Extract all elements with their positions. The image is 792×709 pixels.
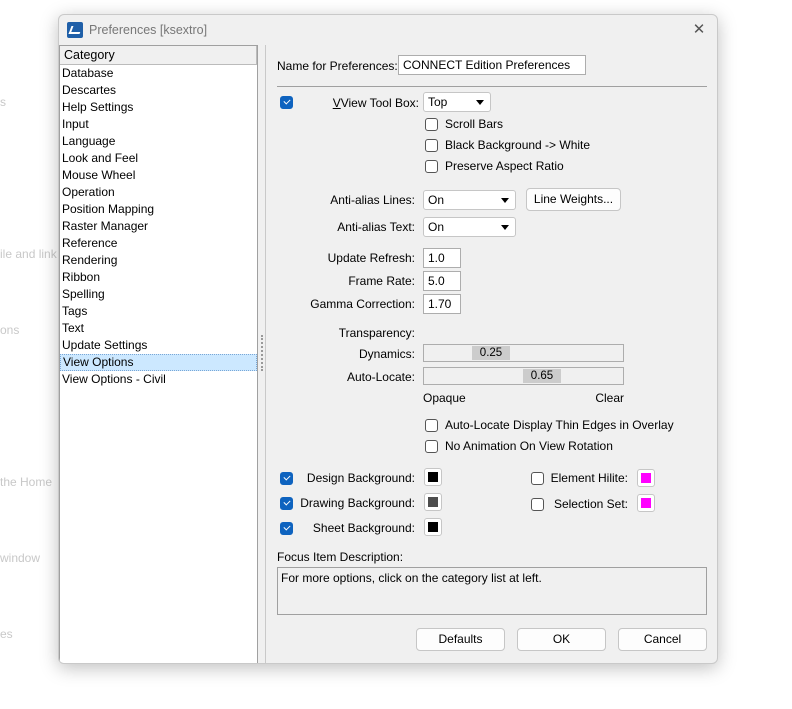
name-label: Name for Preferences: [277, 59, 398, 73]
thin-edges-checkbox[interactable] [425, 419, 438, 432]
scroll-bars-label: Scroll Bars [445, 117, 504, 131]
gamma-label: Gamma Correction: [310, 297, 415, 311]
view-tool-box-dropdown[interactable]: Top [423, 92, 491, 112]
scroll-bars-checkbox[interactable] [425, 118, 438, 131]
gamma-input[interactable]: 1.70 [423, 294, 461, 314]
dropdown-value: On [428, 193, 445, 207]
category-item[interactable]: View Options [60, 354, 257, 371]
opaque-label: Opaque [423, 391, 466, 405]
background-text: ile and link [0, 247, 57, 261]
category-item[interactable]: Input [60, 116, 257, 133]
background-text: s [0, 95, 6, 109]
auto-locate-label: Auto-Locate: [346, 370, 415, 384]
drawing-background-label: Drawing Background: [300, 496, 415, 510]
category-item[interactable]: Language [60, 133, 257, 150]
aa-lines-dropdown[interactable]: On [423, 190, 516, 210]
category-item[interactable]: Reference [60, 235, 257, 252]
update-refresh-label: Update Refresh: [327, 251, 415, 265]
category-item[interactable]: Mouse Wheel [60, 167, 257, 184]
aa-lines-label: Anti-alias Lines: [330, 193, 415, 207]
category-item[interactable]: Database [60, 65, 257, 82]
divider [277, 86, 707, 87]
transparency-label: Transparency: [338, 326, 415, 340]
design-background-swatch[interactable] [424, 468, 442, 486]
drawing-background-swatch[interactable] [424, 493, 442, 511]
element-hilite-swatch[interactable] [637, 469, 655, 487]
category-item[interactable]: Spelling [60, 286, 257, 303]
dropdown-value: On [428, 220, 445, 234]
app-icon [67, 22, 83, 38]
chevron-down-icon [476, 100, 484, 105]
ok-button[interactable]: OK [517, 628, 606, 651]
category-header: Category [60, 46, 257, 65]
category-item[interactable]: Update Settings [60, 337, 257, 354]
frame-rate-input[interactable]: 5.0 [423, 271, 461, 291]
preserve-aspect-checkbox[interactable] [425, 160, 438, 173]
category-item[interactable]: Help Settings [60, 99, 257, 116]
category-list[interactable]: Category Database Descartes Help Settings I… [59, 45, 258, 663]
element-hilite-label: Element Hilite: [550, 471, 628, 485]
window-title: Preferences [ksextro] [89, 23, 208, 37]
design-background-label: Design Background: [306, 471, 415, 485]
no-animation-label: No Animation On View Rotation [445, 439, 613, 453]
focus-description: For more options, click on the category … [277, 567, 707, 615]
dynamics-label: Dynamics: [358, 347, 415, 361]
title-bar: Preferences [ksextro] ✕ [59, 15, 717, 45]
focus-label: Focus Item Description: [277, 550, 404, 564]
selection-set-label: Selection Set: [553, 497, 628, 511]
aa-text-dropdown[interactable]: On [423, 217, 516, 237]
sheet-background-swatch[interactable] [424, 518, 442, 536]
category-item[interactable]: Ribbon [60, 269, 257, 286]
auto-locate-slider[interactable]: 0.65 [423, 367, 624, 385]
black-background-checkbox[interactable] [425, 139, 438, 152]
category-item[interactable]: Look and Feel [60, 150, 257, 167]
cancel-button[interactable]: Cancel [618, 628, 707, 651]
view-tool-box-checkbox[interactable] [280, 96, 293, 109]
defaults-button[interactable]: Defaults [416, 628, 505, 651]
category-item[interactable]: Descartes [60, 82, 257, 99]
clear-label: Clear [595, 391, 624, 405]
line-weights-button[interactable]: Line Weights... [526, 188, 621, 211]
background-text: ons [0, 323, 20, 337]
preserve-aspect-label: Preserve Aspect Ratio [445, 159, 564, 173]
category-item[interactable]: Raster Manager [60, 218, 257, 235]
background-text: es [0, 627, 13, 641]
category-item[interactable]: Position Mapping [60, 201, 257, 218]
slider-thumb[interactable]: 0.25 [472, 346, 510, 360]
category-item[interactable]: Rendering [60, 252, 257, 269]
dropdown-value: Top [428, 95, 448, 109]
frame-rate-label: Frame Rate: [348, 274, 415, 288]
update-refresh-input[interactable]: 1.0 [423, 248, 461, 268]
background-text: the Home [0, 475, 53, 489]
sheet-background-label: Sheet Background: [312, 521, 415, 535]
category-item[interactable]: Text [60, 320, 257, 337]
label-text: View Tool Box: [340, 96, 419, 110]
preferences-dialog: Preferences [ksextro] ✕ Category Databas… [58, 14, 718, 664]
category-item[interactable]: View Options - Civil [60, 371, 257, 388]
category-item[interactable]: Operation [60, 184, 257, 201]
slider-thumb[interactable]: 0.65 [523, 369, 561, 383]
view-tool-box-label: VView Tool Box: [332, 96, 419, 110]
black-background-label: Black Background -> White [445, 138, 591, 152]
close-icon[interactable]: ✕ [689, 20, 709, 40]
dynamics-slider[interactable]: 0.25 [423, 344, 624, 362]
background-text: window [0, 551, 41, 565]
thin-edges-label: Auto-Locate Display Thin Edges in Overla… [445, 418, 674, 432]
chevron-down-icon [501, 198, 509, 203]
chevron-down-icon [501, 225, 509, 230]
aa-text-label: Anti-alias Text: [337, 220, 415, 234]
selection-set-swatch[interactable] [637, 494, 655, 512]
category-item[interactable]: Tags [60, 303, 257, 320]
no-animation-checkbox[interactable] [425, 440, 438, 453]
name-input[interactable]: CONNECT Edition Preferences [398, 55, 586, 75]
